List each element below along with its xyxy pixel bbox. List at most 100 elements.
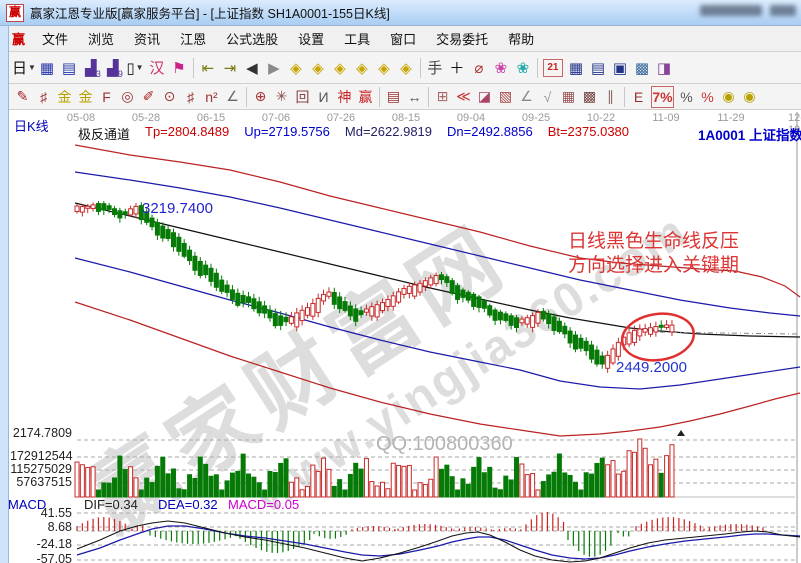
angle-ruler-icon[interactable]: ✐: [138, 87, 159, 107]
drawing-toolbar: ✎♯金金F◎✐⊙♯n²∠⊕✳回И神赢▤↔⊞≪◪▧∠√▦▩∥E7%%%◉◉: [8, 84, 801, 110]
gold-section-icon[interactable]: 金: [54, 87, 75, 107]
percent7-icon[interactable]: 7%: [651, 86, 674, 108]
stat-e-icon[interactable]: E: [628, 87, 649, 107]
angle-line-icon[interactable]: ∠: [222, 87, 243, 107]
expand-diamond-icon[interactable]: ◈: [329, 57, 351, 79]
menu-item-2[interactable]: 资讯: [125, 27, 169, 50]
spiderweb-icon[interactable]: ✳: [271, 87, 292, 107]
kline-period-button[interactable]: 日▼: [12, 57, 36, 79]
toolbar-separator: [420, 58, 421, 78]
ying-tool-icon[interactable]: 赢: [355, 87, 376, 107]
app-logo-icon: 赢: [6, 4, 24, 22]
menu-logo-icon: 赢: [12, 29, 25, 48]
target-icon[interactable]: ⊕: [250, 87, 271, 107]
price-f-tool-icon[interactable]: F: [96, 87, 117, 107]
indicator-row: 极反通道 Tp=2804.8489 Up=2719.5756 Md=2622.9…: [78, 124, 629, 143]
fan-lines-icon[interactable]: ≪: [453, 87, 474, 107]
menu-item-1[interactable]: 浏览: [79, 27, 123, 50]
gann-wheel-icon[interactable]: ⊙: [159, 87, 180, 107]
macd-hist-value: MACD=0.05: [228, 497, 299, 512]
menu-item-7[interactable]: 窗口: [381, 27, 425, 50]
first-bar-icon[interactable]: ⇤: [197, 57, 219, 79]
save-icon[interactable]: ▣: [609, 57, 631, 79]
brush-tool-icon[interactable]: ✎: [12, 87, 33, 107]
ray-box-icon[interactable]: ▧: [495, 87, 516, 107]
percent-line-icon[interactable]: %: [697, 87, 718, 107]
title-bar[interactable]: 赢 赢家江恩专业版[赢家服务平台] - [上证指数 SH1A0001-155日K…: [0, 0, 801, 26]
symbol-label[interactable]: 1A0001 上证指数: [698, 124, 801, 144]
zoom-right-diamond-icon[interactable]: ◈: [307, 57, 329, 79]
icon-subscript: 3: [96, 69, 101, 79]
calculator-icon[interactable]: ▦: [565, 57, 587, 79]
kline-canvas[interactable]: [0, 110, 801, 563]
indicator-name[interactable]: 极反通道: [78, 124, 130, 143]
multi-window-icon[interactable]: ▦: [36, 57, 58, 79]
menu-bar: 赢文件浏览资讯江恩公式选股设置工具窗口交易委托帮助: [8, 26, 801, 52]
square-spiral-icon[interactable]: 回: [292, 87, 313, 107]
menu-item-6[interactable]: 工具: [335, 27, 379, 50]
box-fit-icon[interactable]: ⊞: [432, 87, 453, 107]
prev-bar-icon[interactable]: ◀: [241, 57, 263, 79]
high-price-label: 3219.7400: [142, 200, 213, 217]
indicator-bt: Bt=2375.0380: [548, 124, 629, 143]
volume-scale-3: 57637515: [10, 475, 72, 489]
gold-circle2-icon[interactable]: ◉: [739, 87, 760, 107]
macd-dea-value: DEA=0.32: [158, 497, 218, 512]
gold-split-icon[interactable]: 金: [75, 87, 96, 107]
n-square-icon[interactable]: n²: [201, 87, 222, 107]
menu-item-3[interactable]: 江恩: [171, 27, 215, 50]
spiral-tool-icon[interactable]: ◎: [117, 87, 138, 107]
parallel-lines-icon[interactable]: ∥: [600, 87, 621, 107]
main-toolbar: 日▼▦▤▟3▟9▯▼汉⚑⇤⇥◀▶◈◈◈◈◈◈手＋⌀❀❀21▦▤▣▩◨: [8, 52, 801, 84]
window-controls-blurred: [700, 5, 762, 16]
dense-grid-icon[interactable]: ▦: [558, 87, 579, 107]
stretch-diamond-icon[interactable]: ◈: [373, 57, 395, 79]
menu-item-8[interactable]: 交易委托: [427, 27, 497, 50]
mind-pink-icon[interactable]: ❀: [490, 57, 512, 79]
notes-icon[interactable]: ▤: [587, 57, 609, 79]
app-window: 赢 赢家江恩专业版[赢家服务平台] - [上证指数 SH1A0001-155日K…: [0, 0, 801, 563]
next-bar-icon[interactable]: ▶: [263, 57, 285, 79]
minute-chart-9-icon[interactable]: ▟9: [102, 57, 124, 79]
menu-item-9[interactable]: 帮助: [499, 27, 543, 50]
toolbar-separator: [193, 58, 194, 78]
minute-chart-3-icon[interactable]: ▟3: [80, 57, 102, 79]
indicator-tp: Tp=2804.8489: [145, 124, 229, 143]
toolbar-separator: [624, 87, 625, 107]
menu-item-4[interactable]: 公式选股: [217, 27, 287, 50]
indicator-up: Up=2719.5756: [244, 124, 330, 143]
check-wave-icon[interactable]: √: [537, 87, 558, 107]
export-chart-icon[interactable]: ▩: [631, 57, 653, 79]
gold-circle-icon[interactable]: ◉: [718, 87, 739, 107]
price-ladder-icon[interactable]: ▤: [383, 87, 404, 107]
tools-cart-icon[interactable]: ◨: [653, 57, 675, 79]
chip-distribution-icon[interactable]: 汉: [146, 57, 168, 79]
menu-item-0[interactable]: 文件: [33, 27, 77, 50]
low-price-label: 2449.2000: [616, 359, 687, 376]
hand-tool-icon[interactable]: 手: [424, 57, 446, 79]
shen-tool-icon[interactable]: 神: [334, 87, 355, 107]
last-bar-icon[interactable]: ⇥: [219, 57, 241, 79]
dense-grid2-icon[interactable]: ▩: [579, 87, 600, 107]
time-grid-icon[interactable]: ♯: [180, 87, 201, 107]
compress-diamond-icon[interactable]: ◈: [395, 57, 417, 79]
zoom-left-diamond-icon[interactable]: ◈: [285, 57, 307, 79]
fan-box-icon[interactable]: ◪: [474, 87, 495, 107]
bar-spacing-icon[interactable]: ↔: [404, 87, 425, 107]
percent-icon[interactable]: %: [676, 87, 697, 107]
chart-area[interactable]: 赢家财富网 www.yingjia360.com 05-0805-2806-15…: [0, 110, 801, 563]
gann-grid-icon[interactable]: ♯: [33, 87, 54, 107]
info-panel-icon[interactable]: ▤: [58, 57, 80, 79]
macd-scale-3: -24.18: [10, 537, 72, 551]
menu-item-5[interactable]: 设置: [289, 27, 333, 50]
crosshair-tool-icon[interactable]: ＋: [446, 57, 468, 79]
polyline-icon[interactable]: И: [313, 87, 334, 107]
calendar-21-icon[interactable]: 21: [543, 59, 563, 77]
two-rays-icon[interactable]: ∠: [516, 87, 537, 107]
flag-marker-icon[interactable]: ⚑: [168, 57, 190, 79]
shrink-diamond-icon[interactable]: ◈: [351, 57, 373, 79]
mind-teal-icon[interactable]: ❀: [512, 57, 534, 79]
magnifier-tool-icon[interactable]: ⌀: [468, 57, 490, 79]
candle-style-button[interactable]: ▯▼: [124, 57, 146, 79]
toolbar-separator: [246, 87, 247, 107]
